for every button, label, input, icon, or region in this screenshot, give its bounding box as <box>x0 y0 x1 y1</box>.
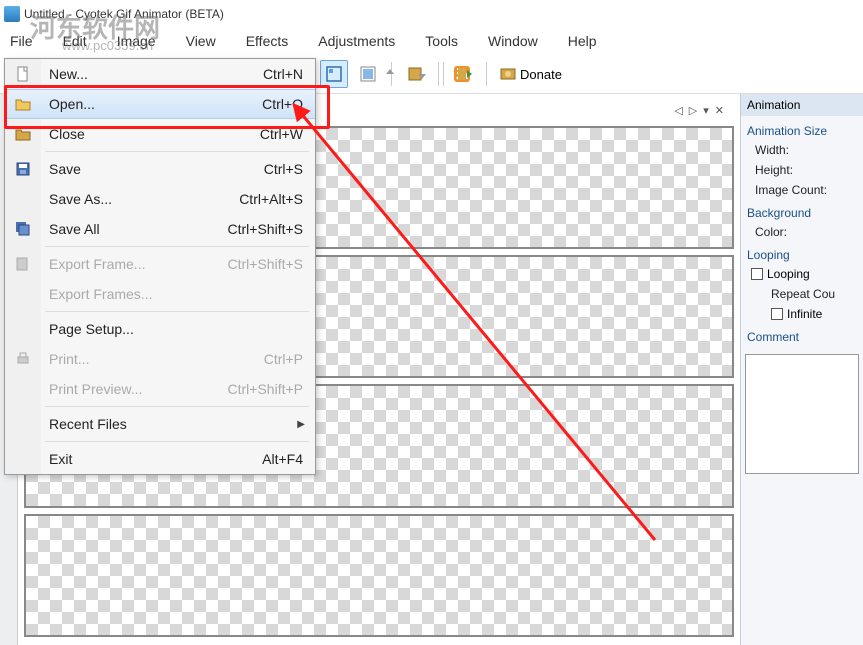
menu-item-open[interactable]: Open... Ctrl+O <box>5 89 315 119</box>
toolbar-play-icon[interactable] <box>451 60 479 88</box>
saveall-icon <box>13 219 33 239</box>
menu-item-label: Exit <box>49 451 72 467</box>
frames-prev-icon[interactable]: ◁ <box>674 104 682 117</box>
menu-item-label: Save <box>49 161 81 177</box>
menu-item-save-all[interactable]: Save All Ctrl+Shift+S <box>5 214 315 244</box>
menu-item-new[interactable]: New... Ctrl+N <box>5 59 315 89</box>
menu-item-label: New... <box>49 66 88 82</box>
menu-item-shortcut: Ctrl+Shift+P <box>228 381 303 397</box>
panel-heading-animation-size: Animation Size <box>747 118 857 140</box>
menu-item-label: Print Preview... <box>49 381 142 397</box>
menu-item-print-preview: Print Preview... Ctrl+Shift+P <box>5 374 315 404</box>
toolbar-separator <box>486 62 487 86</box>
menu-item-label: Save All <box>49 221 100 237</box>
menu-item-export-frames: Export Frames... <box>5 279 315 309</box>
save-icon <box>13 159 33 179</box>
panel-heading-looping: Looping <box>747 242 857 264</box>
menu-item-page-setup[interactable]: Page Setup... <box>5 314 315 344</box>
menu-bar: File Edit Image View Effects Adjustments… <box>0 28 863 54</box>
menu-separator <box>45 246 309 247</box>
menu-effects[interactable]: Effects <box>246 33 289 49</box>
field-width-label: Width: <box>747 140 857 160</box>
menu-item-save-as[interactable]: Save As... Ctrl+Alt+S <box>5 184 315 214</box>
file-menu-dropdown: New... Ctrl+N Open... Ctrl+O Close Ctrl+W Save… <box>4 58 316 475</box>
donate-label: Donate <box>520 67 562 82</box>
title-bar: Untitled - Cyotek Gif Animator (BETA) <box>0 0 863 28</box>
menu-view[interactable]: View <box>186 33 216 49</box>
menu-window[interactable]: Window <box>488 33 538 49</box>
exportf-icon <box>13 254 33 274</box>
panel-heading-comment: Comment <box>747 324 857 346</box>
frames-close-icon[interactable]: ✕ <box>715 104 724 117</box>
toolbar-down-icon[interactable] <box>408 60 436 88</box>
comment-textarea[interactable] <box>745 354 859 474</box>
field-repeat-label: Repeat Cou <box>747 284 857 304</box>
title-text: Untitled - Cyotek Gif Animator (BETA) <box>24 7 224 21</box>
menu-separator <box>45 406 309 407</box>
menu-item-close[interactable]: Close Ctrl+W <box>5 119 315 149</box>
menu-item-exit[interactable]: Exit Alt+F4 <box>5 444 315 474</box>
menu-item-label: Open... <box>49 96 95 112</box>
infinite-checkbox[interactable] <box>771 308 783 320</box>
panel-title: Animation <box>741 94 863 116</box>
field-height-label: Height: <box>747 160 857 180</box>
menu-item-shortcut: Ctrl+N <box>263 66 303 82</box>
properties-panel: Animation Animation Size Width: Height: … <box>740 94 863 645</box>
menu-item-label: Export Frames... <box>49 286 152 302</box>
frames-pin-icon[interactable]: ▾ <box>703 104 709 117</box>
frame-slot[interactable] <box>24 514 734 637</box>
menu-separator <box>45 441 309 442</box>
menu-item-shortcut: Alt+F4 <box>262 451 303 467</box>
infinite-label: Infinite <box>787 307 822 321</box>
menu-item-shortcut: Ctrl+S <box>264 161 303 177</box>
menu-separator <box>45 151 309 152</box>
menu-help[interactable]: Help <box>568 33 597 49</box>
menu-item-label: Print... <box>49 351 89 367</box>
menu-separator <box>45 311 309 312</box>
menu-edit[interactable]: Edit <box>63 33 87 49</box>
menu-item-export-frame: Export Frame... Ctrl+Shift+S <box>5 249 315 279</box>
menu-item-label: Save As... <box>49 191 112 207</box>
toolbar-up-icon[interactable] <box>376 60 404 88</box>
infinite-checkbox-row[interactable]: Infinite <box>747 304 857 324</box>
field-image-count-label: Image Count: <box>747 180 857 200</box>
menu-item-shortcut: Ctrl+P <box>264 351 303 367</box>
menu-file[interactable]: File <box>10 33 33 49</box>
menu-item-print: Print... Ctrl+P <box>5 344 315 374</box>
menu-tools[interactable]: Tools <box>425 33 458 49</box>
menu-item-shortcut: Ctrl+Alt+S <box>239 191 303 207</box>
menu-item-save[interactable]: Save Ctrl+S <box>5 154 315 184</box>
menu-item-shortcut: Ctrl+Shift+S <box>228 221 303 237</box>
looping-label: Looping <box>767 267 810 281</box>
menu-item-label: Recent Files <box>49 416 127 432</box>
menu-adjustments[interactable]: Adjustments <box>318 33 395 49</box>
looping-checkbox[interactable] <box>751 268 763 280</box>
menu-image[interactable]: Image <box>117 33 156 49</box>
panel-heading-background: Background <box>747 200 857 222</box>
print-icon <box>13 349 33 369</box>
frames-next-icon[interactable]: ▷ <box>689 104 697 117</box>
menu-item-label: Close <box>49 126 85 142</box>
toolbar-separator <box>443 62 444 86</box>
menu-item-recent-files[interactable]: Recent Files ▶ <box>5 409 315 439</box>
menu-item-shortcut: Ctrl+W <box>260 126 303 142</box>
donate-button[interactable]: Donate <box>494 64 568 84</box>
close-icon <box>13 124 33 144</box>
field-color-label: Color: <box>747 222 857 242</box>
menu-item-label: Export Frame... <box>49 256 145 272</box>
menu-item-label: Page Setup... <box>49 321 134 337</box>
new-icon <box>13 64 33 84</box>
app-icon <box>4 6 20 22</box>
looping-checkbox-row[interactable]: Looping <box>747 264 857 284</box>
submenu-arrow-icon: ▶ <box>297 419 305 430</box>
toolbar-frames-view-1[interactable] <box>320 60 348 88</box>
menu-item-shortcut: Ctrl+O <box>262 96 303 112</box>
open-icon <box>13 94 33 114</box>
menu-item-shortcut: Ctrl+Shift+S <box>228 256 303 272</box>
